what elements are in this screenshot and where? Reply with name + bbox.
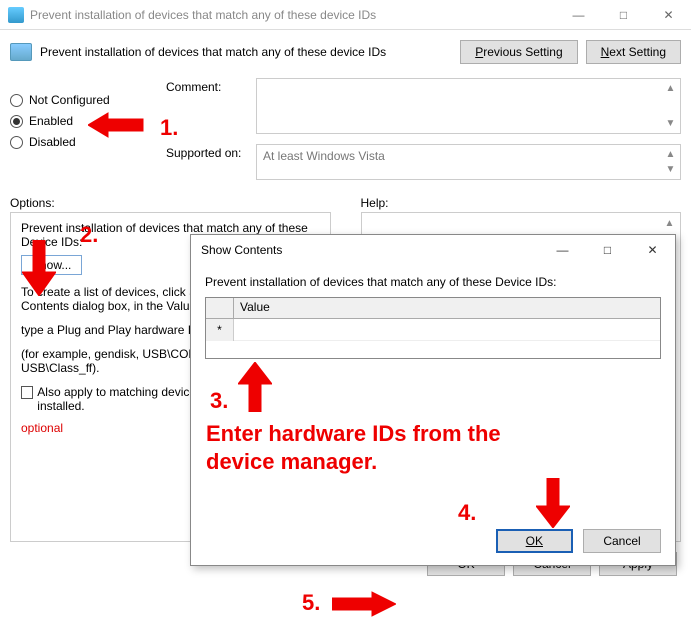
radio-not-configured[interactable]: Not Configured <box>10 93 150 107</box>
window-title: Prevent installation of devices that mat… <box>30 8 556 22</box>
annotation-number-5: 5. <box>302 590 320 616</box>
scroll-down-icon[interactable]: ▼ <box>662 161 679 178</box>
minimize-button[interactable]: — <box>556 0 601 30</box>
radio-icon <box>10 94 23 107</box>
radio-enabled[interactable]: Enabled <box>10 114 150 128</box>
grid-row-marker: * <box>206 319 234 341</box>
policy-title: Prevent installation of devices that mat… <box>40 45 460 59</box>
supported-on-box: At least Windows Vista ▲ ▼ <box>256 144 681 180</box>
dialog-heading: Prevent installation of devices that mat… <box>205 275 661 289</box>
policy-header-icon <box>10 43 32 61</box>
dialog-ok-button[interactable]: OK <box>496 529 573 553</box>
show-button[interactable]: Show... <box>21 255 82 275</box>
radio-label: Not Configured <box>29 93 110 107</box>
help-label: Help: <box>361 196 682 210</box>
grid-row[interactable]: * <box>206 319 660 341</box>
dialog-title: Show Contents <box>201 243 540 257</box>
dialog-minimize-button[interactable]: — <box>540 235 585 265</box>
maximize-button[interactable]: □ <box>601 0 646 30</box>
scroll-up-icon[interactable]: ▲ <box>661 215 678 232</box>
policy-icon <box>8 7 24 23</box>
options-label: Options: <box>10 196 331 210</box>
scroll-down-icon[interactable]: ▼ <box>662 115 679 132</box>
also-apply-checkbox[interactable] <box>21 386 33 399</box>
value-grid[interactable]: Value * <box>205 297 661 359</box>
state-radio-group: Not Configured Enabled Disabled <box>10 74 150 184</box>
window-titlebar: Prevent installation of devices that mat… <box>0 0 691 30</box>
dialog-titlebar: Show Contents — □ ✕ <box>191 235 675 265</box>
show-contents-dialog: Show Contents — □ ✕ Prevent installation… <box>190 234 676 566</box>
supported-value: At least Windows Vista <box>263 149 385 163</box>
radio-icon <box>10 136 23 149</box>
dialog-cancel-button[interactable]: Cancel <box>583 529 661 553</box>
radio-label: Enabled <box>29 114 73 128</box>
previous-setting-button[interactable]: Previous Setting <box>460 40 577 64</box>
grid-col-value: Value <box>234 298 660 318</box>
comment-label: Comment: <box>166 78 256 134</box>
dialog-close-button[interactable]: ✕ <box>630 235 675 265</box>
close-button[interactable]: ✕ <box>646 0 691 30</box>
supported-label: Supported on: <box>166 144 256 180</box>
grid-cell-value[interactable] <box>234 319 660 341</box>
policy-header: Prevent installation of devices that mat… <box>0 30 691 68</box>
radio-disabled[interactable]: Disabled <box>10 135 150 149</box>
radio-label: Disabled <box>29 135 76 149</box>
annotation-arrow-5 <box>332 589 396 619</box>
dialog-maximize-button[interactable]: □ <box>585 235 630 265</box>
scroll-up-icon[interactable]: ▲ <box>662 80 679 97</box>
comment-textarea[interactable]: ▲ ▼ <box>256 78 681 134</box>
radio-icon <box>10 115 23 128</box>
next-setting-button[interactable]: Next Setting <box>586 40 681 64</box>
grid-corner <box>206 298 234 318</box>
